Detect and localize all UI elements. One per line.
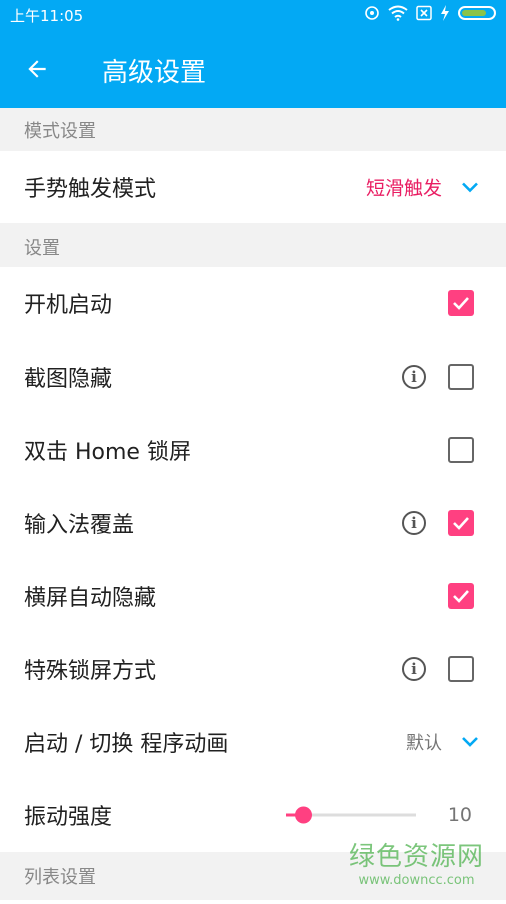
gesture-trigger-value: 短滑触发 bbox=[365, 177, 442, 200]
info-icon[interactable]: i bbox=[402, 511, 426, 535]
special-lock-method-checkbox[interactable] bbox=[448, 656, 474, 682]
launch-switch-animation-label: 启动 / 切换 程序动画 bbox=[24, 732, 229, 757]
watermark: 绿色资源网 www.downcc.com bbox=[349, 836, 484, 888]
gesture-trigger-row[interactable]: 手势触发模式 短滑触发 bbox=[0, 151, 506, 223]
back-button[interactable] bbox=[14, 46, 60, 92]
vibration-strength-value: 10 bbox=[447, 804, 472, 826]
screenshot-hide-checkbox[interactable] bbox=[448, 364, 474, 390]
gesture-trigger-dropdown[interactable]: 短滑触发 bbox=[366, 174, 480, 201]
boot-start-row[interactable]: 开机启动 bbox=[0, 267, 506, 339]
ime-overlay-row[interactable]: 输入法覆盖 i bbox=[0, 487, 506, 559]
page-title: 高级设置 bbox=[102, 58, 207, 88]
screenshot-hide-row[interactable]: 截图隐藏 i bbox=[0, 341, 506, 413]
section-header-mode: 模式设置 bbox=[0, 108, 506, 151]
ime-overlay-label: 输入法覆盖 bbox=[24, 513, 135, 538]
double-tap-home-lock-checkbox[interactable] bbox=[448, 437, 474, 463]
boot-start-checkbox[interactable] bbox=[448, 290, 474, 316]
check-icon bbox=[453, 517, 469, 530]
watermark-title: 绿色资源网 bbox=[348, 842, 484, 872]
check-icon bbox=[453, 590, 469, 603]
arrow-back-icon bbox=[28, 60, 46, 78]
vibration-strength-slider[interactable] bbox=[286, 806, 416, 824]
status-icons bbox=[364, 5, 496, 21]
launch-switch-animation-value: 默认 bbox=[406, 733, 442, 754]
info-icon[interactable]: i bbox=[402, 365, 426, 389]
wifi-icon bbox=[388, 5, 408, 21]
section-header-settings: 设置 bbox=[0, 223, 506, 267]
chevron-down-icon bbox=[462, 737, 478, 747]
double-tap-home-lock-row[interactable]: 双击 Home 锁屏 bbox=[0, 414, 506, 486]
double-tap-home-lock-label: 双击 Home 锁屏 bbox=[24, 440, 191, 465]
landscape-auto-hide-label: 横屏自动隐藏 bbox=[24, 586, 157, 611]
sim-x-icon bbox=[416, 5, 432, 21]
battery-icon bbox=[458, 6, 496, 20]
watermark-url: www.downcc.com bbox=[358, 873, 475, 888]
landscape-auto-hide-row[interactable]: 横屏自动隐藏 bbox=[0, 560, 506, 632]
sync-icon bbox=[365, 6, 379, 20]
special-lock-method-label: 特殊锁屏方式 bbox=[24, 659, 157, 684]
vibration-strength-label: 振动强度 bbox=[24, 805, 113, 830]
charging-icon bbox=[441, 5, 449, 21]
chevron-down-icon bbox=[462, 182, 478, 192]
ime-overlay-checkbox[interactable] bbox=[448, 510, 474, 536]
slider-thumb[interactable] bbox=[295, 806, 312, 824]
check-icon bbox=[453, 297, 469, 310]
app-bar: 高级设置 bbox=[0, 28, 506, 108]
launch-switch-animation-dropdown[interactable]: 默认 bbox=[406, 729, 480, 755]
special-lock-method-row[interactable]: 特殊锁屏方式 i bbox=[0, 633, 506, 705]
landscape-auto-hide-checkbox[interactable] bbox=[448, 583, 474, 609]
info-icon[interactable]: i bbox=[402, 657, 426, 681]
status-bar: 上午11:05 bbox=[0, 0, 506, 28]
launch-switch-animation-row[interactable]: 启动 / 切换 程序动画 默认 bbox=[0, 706, 506, 778]
screenshot-hide-label: 截图隐藏 bbox=[24, 367, 113, 392]
boot-start-label: 开机启动 bbox=[24, 293, 113, 318]
gesture-trigger-label: 手势触发模式 bbox=[24, 177, 157, 202]
status-time: 上午11:05 bbox=[10, 7, 84, 25]
